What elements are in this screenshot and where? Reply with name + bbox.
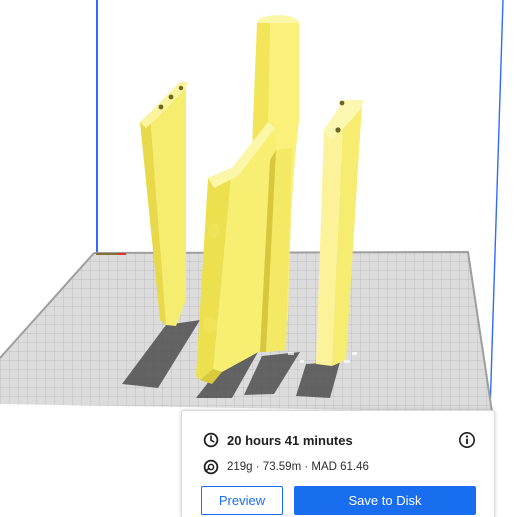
print-summary-panel: 20 hours 41 minutes 219g · 73.59m · MAD … xyxy=(181,410,495,517)
filament-spool-icon xyxy=(203,459,219,475)
material-usage-text: 219g · 73.59m · MAD 61.46 xyxy=(227,461,369,473)
material-row: 219g · 73.59m · MAD 61.46 xyxy=(203,459,369,475)
info-icon[interactable] xyxy=(458,431,476,449)
save-to-disk-button[interactable]: Save to Disk xyxy=(294,486,476,515)
preview-button[interactable]: Preview xyxy=(201,486,283,515)
print-time-text: 20 hours 41 minutes xyxy=(227,432,353,448)
print-time-row: 20 hours 41 minutes xyxy=(203,432,353,448)
clock-icon xyxy=(203,432,219,448)
build-volume-edge xyxy=(489,0,504,413)
